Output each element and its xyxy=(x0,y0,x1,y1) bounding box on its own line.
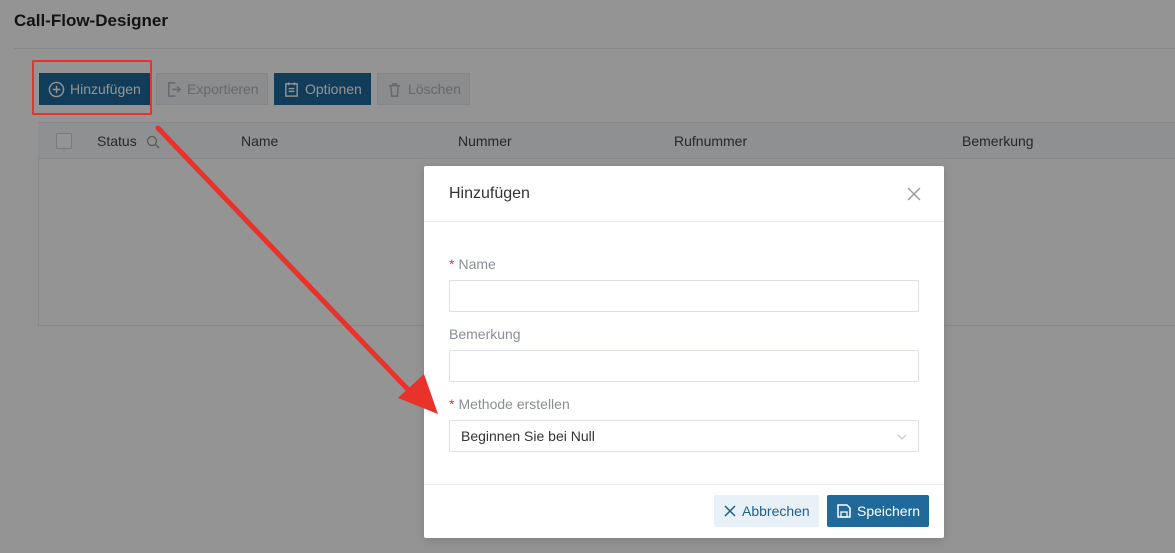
dialog-footer: Abbrechen Speichern xyxy=(424,484,944,538)
method-select-value: Beginnen Sie bei Null xyxy=(461,428,595,444)
dialog-header: Hinzufügen xyxy=(424,166,944,222)
method-label: * Methode erstellen xyxy=(449,396,570,412)
save-button[interactable]: Speichern xyxy=(827,495,930,527)
name-label: * Name xyxy=(449,256,496,272)
save-button-label: Speichern xyxy=(857,503,921,519)
method-select[interactable]: Beginnen Sie bei Null xyxy=(449,420,919,452)
x-icon xyxy=(724,505,736,517)
cancel-button-label: Abbrechen xyxy=(742,503,810,519)
add-dialog: Hinzufügen * Name Bemerkung * Methode erst… xyxy=(424,166,944,538)
close-icon[interactable] xyxy=(904,184,924,204)
required-marker: * xyxy=(449,396,455,412)
name-input[interactable] xyxy=(449,280,919,312)
remark-input[interactable] xyxy=(449,350,919,382)
chevron-down-icon xyxy=(897,434,907,440)
required-marker: * xyxy=(449,256,455,272)
remark-label: Bemerkung xyxy=(449,326,521,342)
dialog-title: Hinzufügen xyxy=(449,185,530,202)
annotation-highlight-box-top xyxy=(32,60,152,115)
save-icon xyxy=(837,504,851,518)
cancel-button[interactable]: Abbrechen xyxy=(714,495,819,527)
